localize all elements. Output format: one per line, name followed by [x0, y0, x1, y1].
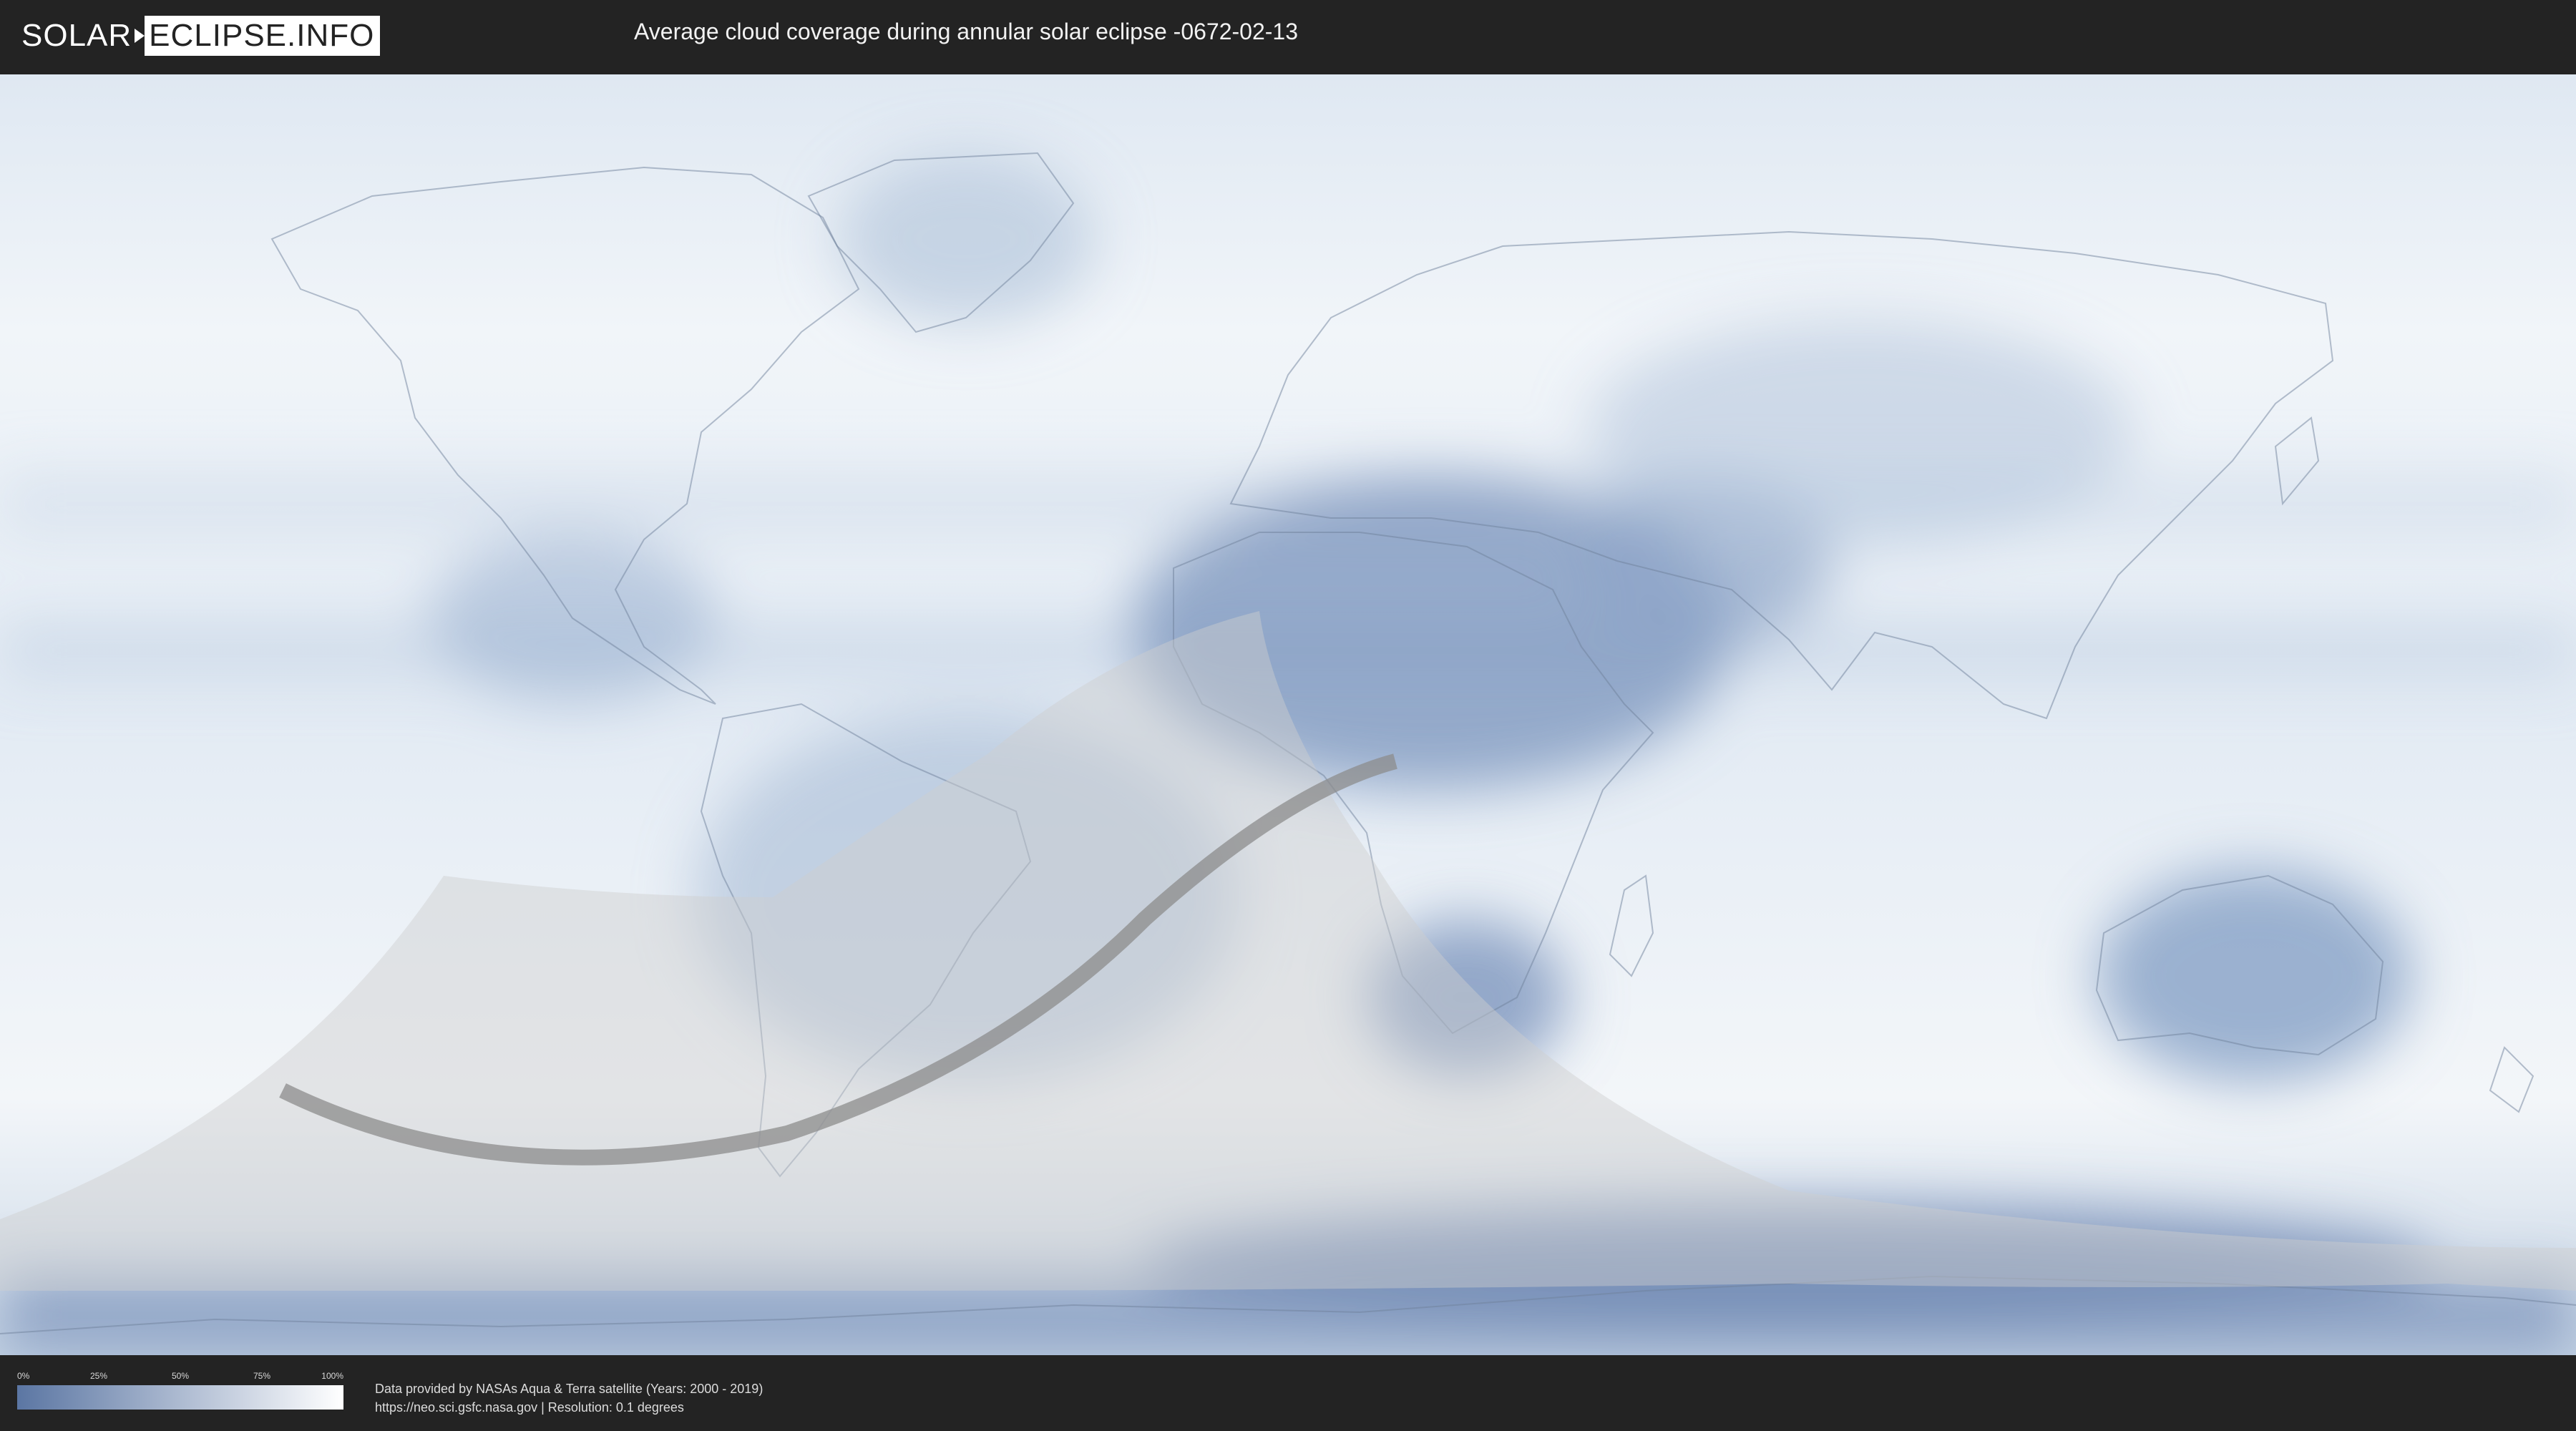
australia-clear-zone	[2097, 869, 2411, 1083]
legend-tick-0: 0%	[17, 1371, 30, 1381]
cloud-coverage-legend: 0% 25% 50% 75% 100%	[17, 1371, 343, 1415]
page: SOLAR ECLIPSE.INFO Average cloud coverag…	[0, 0, 2576, 1431]
data-credits: Data provided by NASAs Aqua & Terra sate…	[375, 1379, 763, 1417]
asia-cloud-zone	[1589, 318, 2132, 547]
legend-tick-100: 100%	[321, 1371, 343, 1381]
legend-tick-25: 25%	[89, 1371, 108, 1381]
world-map-svg	[0, 74, 2576, 1355]
legend-color-bar	[17, 1385, 343, 1410]
credits-line-url: https://neo.sci.gsfc.nasa.gov | Resoluti…	[375, 1400, 684, 1415]
cloud-coverage-map	[0, 74, 2576, 1355]
legend-ticks: 0% 25% 50% 75% 100%	[17, 1371, 343, 1384]
page-title: Average cloud coverage during annular so…	[634, 19, 1298, 44]
credits-line-source: Data provided by NASAs Aqua & Terra sate…	[375, 1382, 763, 1396]
footer-bar: 0% 25% 50% 75% 100% Data provided by NAS…	[0, 1355, 2576, 1431]
header-bar: SOLAR ECLIPSE.INFO Average cloud coverag…	[0, 0, 2576, 72]
legend-tick-50: 50%	[171, 1371, 190, 1381]
legend-tick-75: 75%	[253, 1371, 271, 1381]
